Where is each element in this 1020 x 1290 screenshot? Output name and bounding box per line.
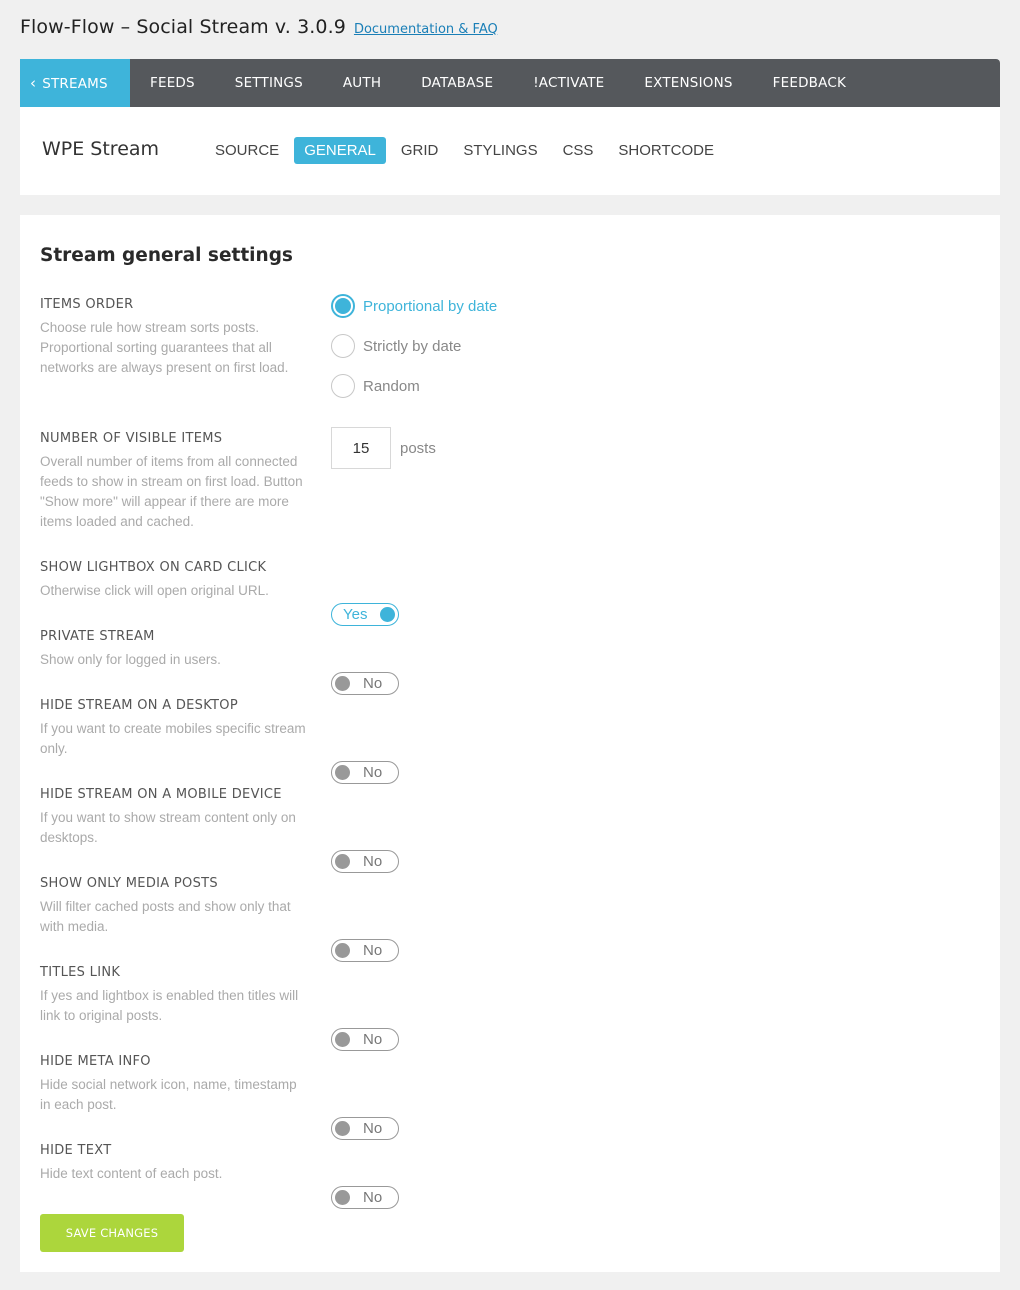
radio-label: Strictly by date bbox=[363, 337, 462, 355]
stream-name: WPE Stream bbox=[42, 138, 160, 160]
documentation-link[interactable]: Documentation & FAQ bbox=[354, 22, 498, 37]
toggle-knob bbox=[335, 943, 350, 958]
toggle-knob bbox=[335, 854, 350, 869]
radio-strictly-by-date[interactable]: Strictly by date bbox=[331, 334, 497, 358]
titles-link-toggle[interactable]: No bbox=[331, 1028, 399, 1051]
nav-item-database[interactable]: DATABASE bbox=[401, 59, 513, 107]
radio-label: Random bbox=[363, 377, 420, 395]
nav-item-extensions[interactable]: EXTENSIONS bbox=[624, 59, 752, 107]
setting-description: If you want to create mobiles specific s… bbox=[40, 721, 306, 756]
nav-item-streams[interactable]: ‹ STREAMS bbox=[20, 59, 130, 107]
tab-source[interactable]: SOURCE bbox=[205, 137, 289, 164]
setting-label: TITLES LINK bbox=[40, 965, 121, 980]
setting-label: HIDE TEXT bbox=[40, 1143, 112, 1158]
setting-label: SHOW LIGHTBOX ON CARD CLICK bbox=[40, 560, 267, 575]
setting-label: NUMBER OF VISIBLE ITEMS bbox=[40, 431, 223, 446]
setting-titles-link: TITLES LINK If yes and lightbox is enabl… bbox=[40, 965, 980, 1051]
toggle-knob bbox=[335, 1032, 350, 1047]
settings-panel: Stream general settings ITEMS ORDER Choo… bbox=[20, 215, 1000, 1272]
radio-button-checked[interactable] bbox=[331, 294, 355, 318]
setting-show-lightbox: SHOW LIGHTBOX ON CARD CLICK Otherwise cl… bbox=[40, 560, 980, 626]
chevron-left-icon: ‹ bbox=[30, 74, 37, 92]
setting-items-order: ITEMS ORDER Choose rule how stream sorts… bbox=[40, 294, 980, 398]
setting-description: If you want to show stream content only … bbox=[40, 810, 296, 845]
setting-label: HIDE META INFO bbox=[40, 1054, 151, 1069]
setting-description: Will filter cached posts and show only t… bbox=[40, 899, 291, 934]
nav-item-settings[interactable]: SETTINGS bbox=[215, 59, 323, 107]
private-stream-toggle[interactable]: No bbox=[331, 672, 399, 695]
nav-item-auth[interactable]: AUTH bbox=[323, 59, 401, 107]
toggle-value: Yes bbox=[343, 606, 368, 623]
hide-desktop-toggle[interactable]: No bbox=[331, 761, 399, 784]
toggle-knob bbox=[380, 607, 395, 622]
nav-item-feedback[interactable]: FEEDBACK bbox=[753, 59, 866, 107]
toggle-knob bbox=[335, 1190, 350, 1205]
nav-item-label: STREAMS bbox=[42, 76, 108, 92]
radio-proportional-by-date[interactable]: Proportional by date bbox=[331, 294, 497, 318]
toggle-knob bbox=[335, 765, 350, 780]
show-lightbox-toggle[interactable]: Yes bbox=[331, 603, 399, 626]
setting-description: Overall number of items from all connect… bbox=[40, 454, 303, 529]
visible-items-input[interactable] bbox=[331, 427, 391, 469]
setting-description: Otherwise click will open original URL. bbox=[40, 583, 269, 598]
setting-hide-mobile: HIDE STREAM ON A MOBILE DEVICE If you wa… bbox=[40, 787, 980, 873]
toggle-knob bbox=[335, 1121, 350, 1136]
hide-meta-toggle[interactable]: No bbox=[331, 1117, 399, 1140]
hide-mobile-toggle[interactable]: No bbox=[331, 850, 399, 873]
radio-button[interactable] bbox=[331, 334, 355, 358]
toggle-value: No bbox=[363, 853, 383, 870]
setting-label: SHOW ONLY MEDIA POSTS bbox=[40, 876, 218, 891]
toggle-value: No bbox=[363, 942, 383, 959]
radio-random[interactable]: Random bbox=[331, 374, 497, 398]
setting-label: HIDE STREAM ON A DESKTOP bbox=[40, 698, 238, 713]
setting-visible-items: NUMBER OF VISIBLE ITEMS Overall number o… bbox=[40, 427, 980, 532]
hide-text-toggle[interactable]: No bbox=[331, 1186, 399, 1209]
setting-label: HIDE STREAM ON A MOBILE DEVICE bbox=[40, 787, 282, 802]
page-title: Flow-Flow – Social Stream v. 3.0.9 bbox=[20, 16, 346, 38]
tab-grid[interactable]: GRID bbox=[391, 137, 449, 164]
stream-tabs: SOURCE GENERAL GRID STYLINGS CSS SHORTCO… bbox=[205, 137, 729, 164]
toggle-value: No bbox=[363, 1031, 383, 1048]
save-changes-button[interactable]: SAVE CHANGES bbox=[40, 1214, 184, 1252]
stream-header: WPE Stream SOURCE GENERAL GRID STYLINGS … bbox=[20, 107, 1000, 195]
tab-shortcode[interactable]: SHORTCODE bbox=[608, 137, 724, 164]
nav-item-feeds[interactable]: FEEDS bbox=[130, 59, 215, 107]
main-nav: ‹ STREAMS FEEDS SETTINGS AUTH DATABASE !A… bbox=[20, 59, 1000, 107]
toggle-value: No bbox=[363, 675, 383, 692]
tab-css[interactable]: CSS bbox=[553, 137, 604, 164]
radio-label: Proportional by date bbox=[363, 297, 498, 315]
setting-label: PRIVATE STREAM bbox=[40, 629, 155, 644]
setting-hide-meta: HIDE META INFO Hide social network icon,… bbox=[40, 1054, 980, 1140]
visible-items-unit: posts bbox=[400, 439, 436, 457]
setting-label: ITEMS ORDER bbox=[40, 297, 134, 312]
setting-hide-desktop: HIDE STREAM ON A DESKTOP If you want to … bbox=[40, 698, 980, 784]
toggle-value: No bbox=[363, 1189, 383, 1206]
setting-hide-text: HIDE TEXT Hide text content of each post… bbox=[40, 1143, 980, 1209]
tab-general[interactable]: GENERAL bbox=[294, 137, 386, 164]
setting-private-stream: PRIVATE STREAM Show only for logged in u… bbox=[40, 629, 980, 695]
radio-button[interactable] bbox=[331, 374, 355, 398]
only-media-toggle[interactable]: No bbox=[331, 939, 399, 962]
toggle-value: No bbox=[363, 764, 383, 781]
setting-description: Show only for logged in users. bbox=[40, 652, 221, 667]
setting-description: If yes and lightbox is enabled then titl… bbox=[40, 988, 299, 1023]
setting-only-media: SHOW ONLY MEDIA POSTS Will filter cached… bbox=[40, 876, 980, 962]
nav-item-activate[interactable]: !ACTIVATE bbox=[513, 59, 624, 107]
toggle-value: No bbox=[363, 1120, 383, 1137]
toggle-knob bbox=[335, 676, 350, 691]
setting-description: Hide text content of each post. bbox=[40, 1166, 223, 1181]
section-title: Stream general settings bbox=[40, 245, 293, 266]
items-order-radio-group: Proportional by date Strictly by date Ra… bbox=[331, 294, 497, 414]
tab-stylings[interactable]: STYLINGS bbox=[453, 137, 547, 164]
page-header: Flow-Flow – Social Stream v. 3.0.9 Docum… bbox=[20, 16, 498, 44]
setting-description: Choose rule how stream sorts posts. Prop… bbox=[40, 320, 289, 375]
setting-description: Hide social network icon, name, timestam… bbox=[40, 1077, 297, 1112]
visible-items-control: posts bbox=[331, 427, 436, 469]
